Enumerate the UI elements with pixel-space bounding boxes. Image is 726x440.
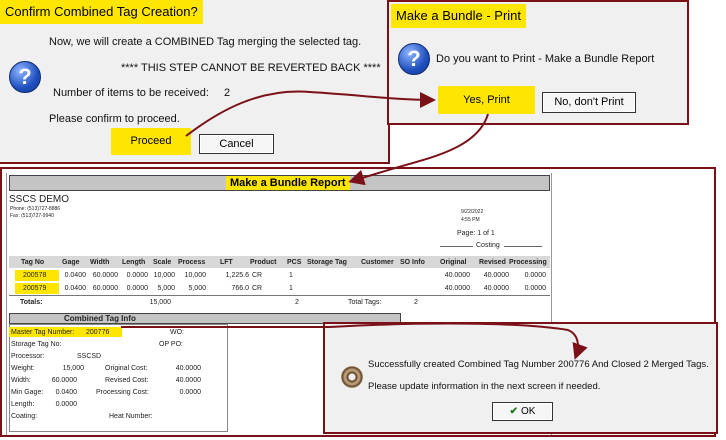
arrow-master-tag-to-success (121, 322, 588, 360)
connector-arrows (121, 90, 588, 360)
arrow-proceed-to-print (185, 90, 436, 137)
arrow-print-to-report (348, 113, 489, 186)
